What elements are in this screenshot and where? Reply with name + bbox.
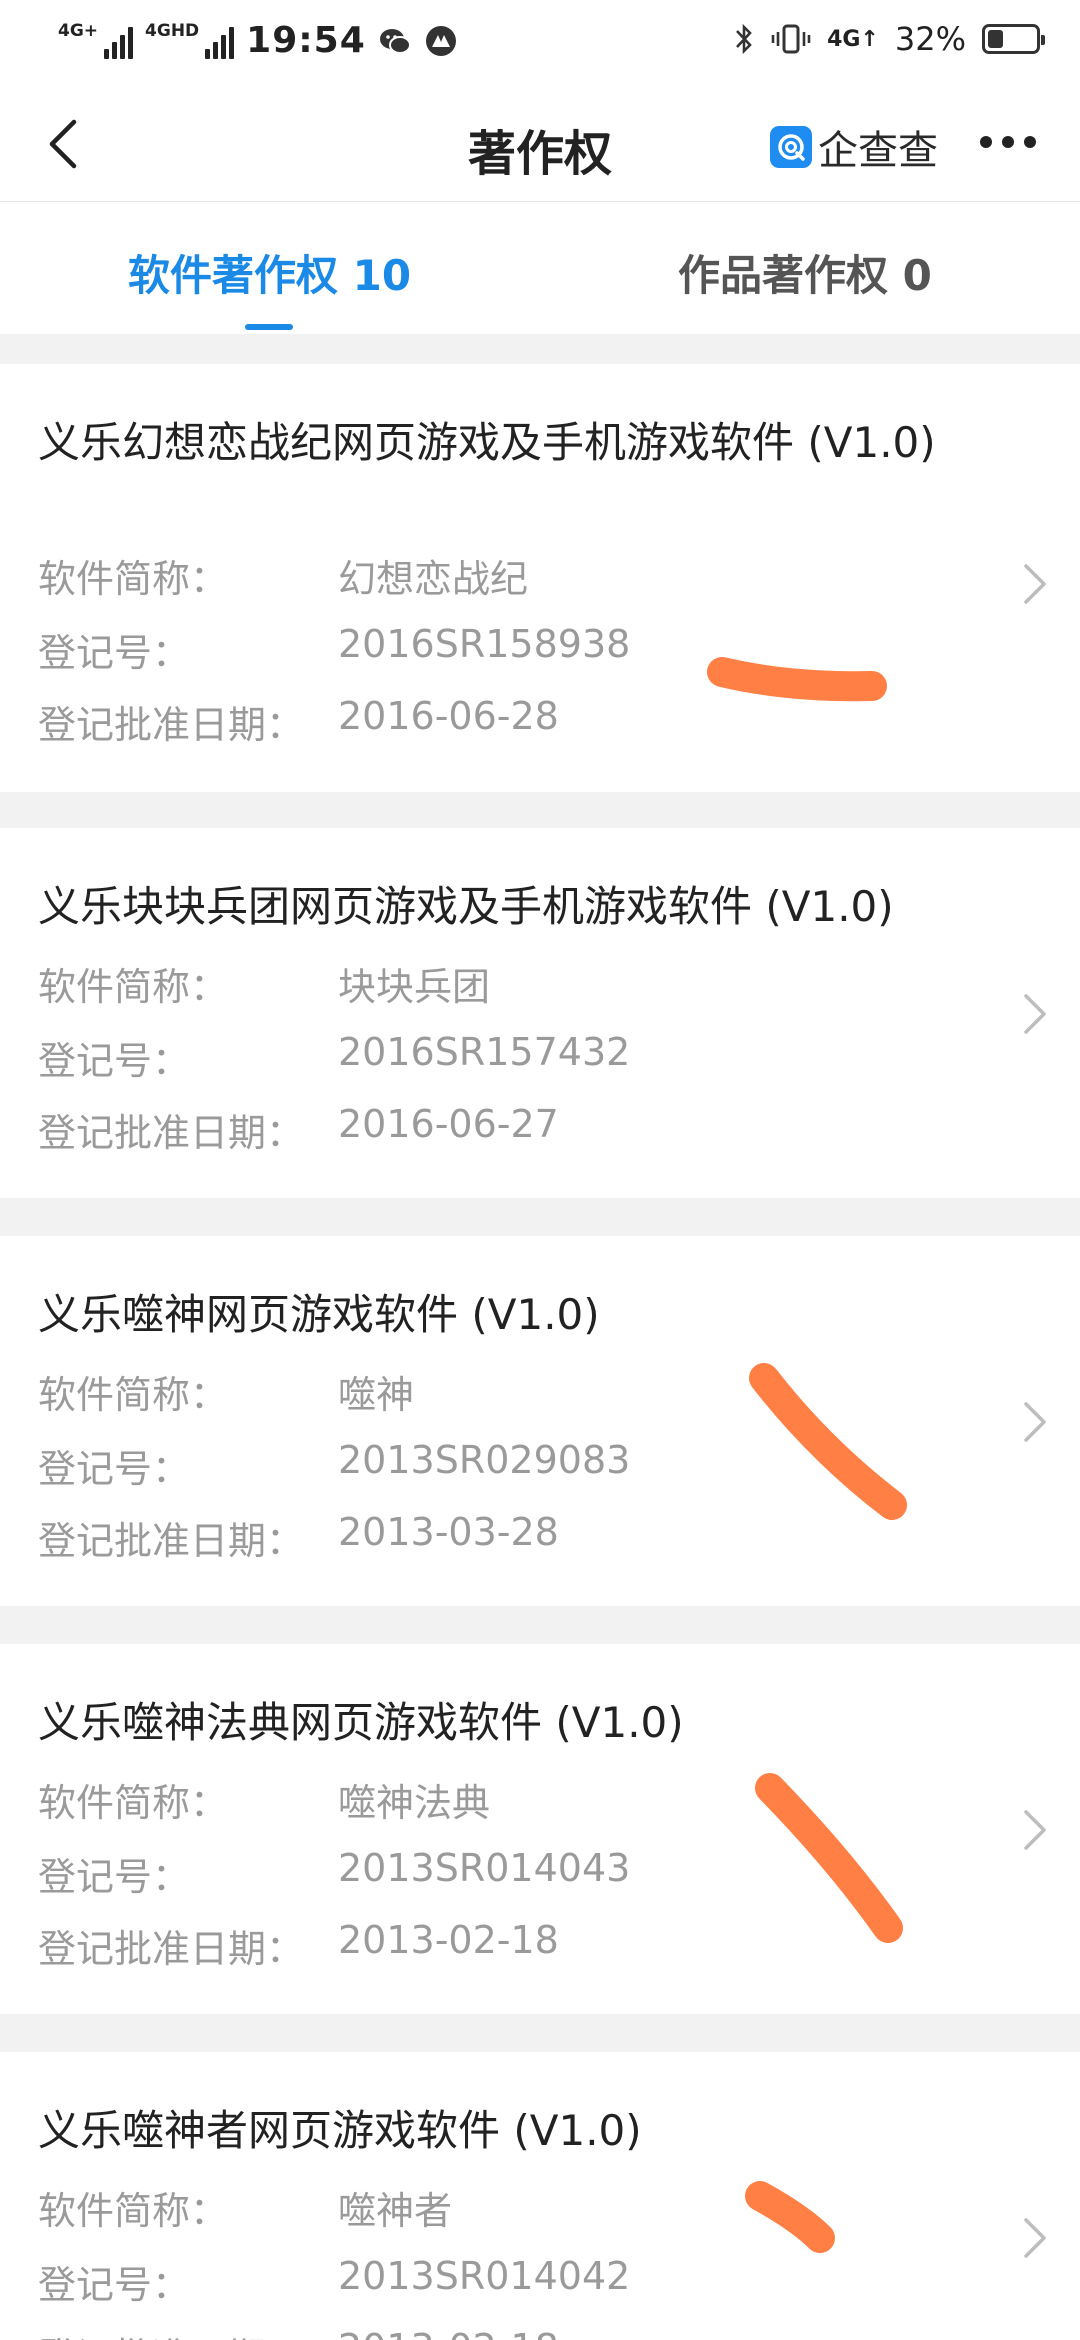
reg-no-label: 登记号：: [38, 1855, 191, 1899]
record-reg-no-row: 登记号： 2016SR157432: [38, 1030, 630, 1085]
status-right: 4G↑ 32%: [733, 20, 1045, 58]
approval-date-label: 登记批准日期：: [38, 2326, 338, 2340]
qichacha-logo-icon: [770, 126, 812, 168]
record-title: 义乐噬神网页游戏软件 (V1.0): [38, 1290, 600, 1339]
wechat-icon: [379, 28, 411, 54]
reg-no-value: 2013SR029083: [338, 1438, 631, 1482]
approval-date-label: 登记批准日期：: [38, 1927, 305, 1971]
approval-date-value: 2013-02-18: [338, 2326, 559, 2340]
record-date-row: 登记批准日期： 2013-02-18: [38, 1918, 559, 1973]
short-name-value: 噬神者: [338, 2189, 453, 2233]
tab-works-copyright[interactable]: 作品著作权 0: [678, 242, 932, 303]
record-short-name-row: 软件简称： 块块兵团: [38, 956, 490, 1011]
approval-date-value: 2016-06-27: [338, 1102, 559, 1146]
record-reg-no-row: 登记号： 2013SR014043: [38, 1846, 630, 1901]
short-name-label: 软件简称：: [38, 1781, 229, 1825]
record-date-row: 登记批准日期： 2016-06-28: [38, 694, 559, 749]
approval-date-value: 2016-06-28: [338, 694, 559, 738]
status-bar: 4G+ 4GHD 19:54 4G↑ 32%: [0, 0, 1080, 84]
bluetooth-icon: [736, 23, 752, 55]
reg-no-label: 登记号：: [38, 631, 191, 675]
record-reg-no-row: 登记号： 2016SR158938: [38, 622, 630, 677]
short-name-value: 幻想恋战纪: [338, 557, 529, 601]
short-name-value: 块块兵团: [338, 965, 491, 1009]
approval-date-value: 2013-02-18: [338, 1918, 559, 1962]
record-short-name-row: 软件简称： 幻想恋战纪: [38, 548, 528, 603]
status-left: 4G+ 4GHD 19:54: [58, 20, 458, 61]
reg-no-label: 登记号：: [38, 1039, 191, 1083]
network-type-label: 4G↑: [827, 26, 879, 52]
approval-date-label: 登记批准日期：: [38, 1519, 305, 1563]
more-options-icon[interactable]: [980, 136, 1036, 148]
record-short-name-row: 软件简称： 噬神: [38, 1364, 414, 1419]
short-name-label: 软件简称：: [38, 557, 229, 601]
nav-bar: 著作权 企查查: [0, 84, 1080, 202]
status-time: 19:54: [246, 20, 366, 61]
list-item[interactable]: 义乐噬神网页游戏软件 (V1.0) 软件简称： 噬神 登记号： 2013SR02…: [0, 1236, 1080, 1606]
chevron-right-icon: [1024, 2218, 1046, 2258]
record-title: 义乐块块兵团网页游戏及手机游戏软件 (V1.0): [38, 882, 894, 931]
chevron-right-icon: [1024, 994, 1046, 1034]
battery-icon: [982, 24, 1045, 54]
list-item[interactable]: 义乐噬神者网页游戏软件 (V1.0) 软件简称： 噬神者 登记号： 2013SR…: [0, 2052, 1080, 2340]
screen: 4G+ 4GHD 19:54 4G↑ 32% 著作权 企查查 软件著作权 10 …: [0, 0, 1080, 2340]
record-date-row: 登记批准日期： 2016-06-27: [38, 1102, 559, 1157]
reg-no-label: 登记号：: [38, 2263, 191, 2307]
record-title: 义乐幻想恋战纪网页游戏及手机游戏软件 (V1.0): [38, 418, 936, 467]
reg-no-value: 2016SR157432: [338, 1030, 631, 1074]
signal-strength-2-icon: 4GHD: [145, 20, 235, 59]
short-name-label: 软件简称：: [38, 1373, 229, 1417]
record-date-row: 登记批准日期： 2013-03-28: [38, 1510, 559, 1565]
record-short-name-row: 软件简称： 噬神者: [38, 2180, 452, 2235]
short-name-value: 噬神: [338, 1373, 415, 1417]
signal-2-label: 4GHD: [145, 20, 200, 41]
short-name-label: 软件简称：: [38, 2189, 229, 2233]
signal-1-label: 4G+: [58, 20, 99, 41]
tab-software-copyright[interactable]: 软件著作权 10: [128, 242, 411, 303]
short-name-label: 软件简称：: [38, 965, 229, 1009]
chevron-right-icon: [1024, 1810, 1046, 1850]
list-item[interactable]: 义乐幻想恋战纪网页游戏及手机游戏软件 (V1.0) 软件简称： 幻想恋战纪 登记…: [0, 364, 1080, 792]
signal-strength-icon: 4G+: [58, 20, 134, 59]
record-date-row: 登记批准日期： 2013-02-18: [38, 2326, 559, 2340]
list-item[interactable]: 义乐噬神法典网页游戏软件 (V1.0) 软件简称： 噬神法典 登记号： 2013…: [0, 1644, 1080, 2014]
record-title: 义乐噬神法典网页游戏软件 (V1.0): [38, 1698, 684, 1747]
record-reg-no-row: 登记号： 2013SR029083: [38, 1438, 630, 1493]
approval-date-label: 登记批准日期：: [38, 703, 305, 747]
reg-no-value: 2016SR158938: [338, 622, 631, 666]
short-name-value: 噬神法典: [338, 1781, 491, 1825]
list-item[interactable]: 义乐块块兵团网页游戏及手机游戏软件 (V1.0) 软件简称： 块块兵团 登记号：…: [0, 828, 1080, 1198]
brand-link[interactable]: 企查查: [770, 118, 938, 176]
chevron-right-icon: [1024, 564, 1046, 604]
battery-level: [988, 30, 1003, 48]
approval-date-label: 登记批准日期：: [38, 1111, 305, 1155]
app-notification-icon: [425, 25, 456, 56]
record-short-name-row: 软件简称： 噬神法典: [38, 1772, 490, 1827]
approval-date-value: 2013-03-28: [338, 1510, 559, 1554]
reg-no-value: 2013SR014042: [338, 2254, 631, 2298]
battery-percent: 32%: [894, 20, 966, 58]
reg-no-label: 登记号：: [38, 1447, 191, 1491]
reg-no-value: 2013SR014043: [338, 1846, 631, 1890]
brand-name: 企查查: [818, 128, 938, 174]
record-reg-no-row: 登记号： 2013SR014042: [38, 2254, 630, 2309]
tab-bar: 软件著作权 10 作品著作权 0: [0, 202, 1080, 334]
record-title: 义乐噬神者网页游戏软件 (V1.0): [38, 2106, 642, 2155]
chevron-right-icon: [1024, 1402, 1046, 1442]
active-tab-indicator: [245, 324, 293, 330]
vibrate-icon: [771, 24, 811, 54]
